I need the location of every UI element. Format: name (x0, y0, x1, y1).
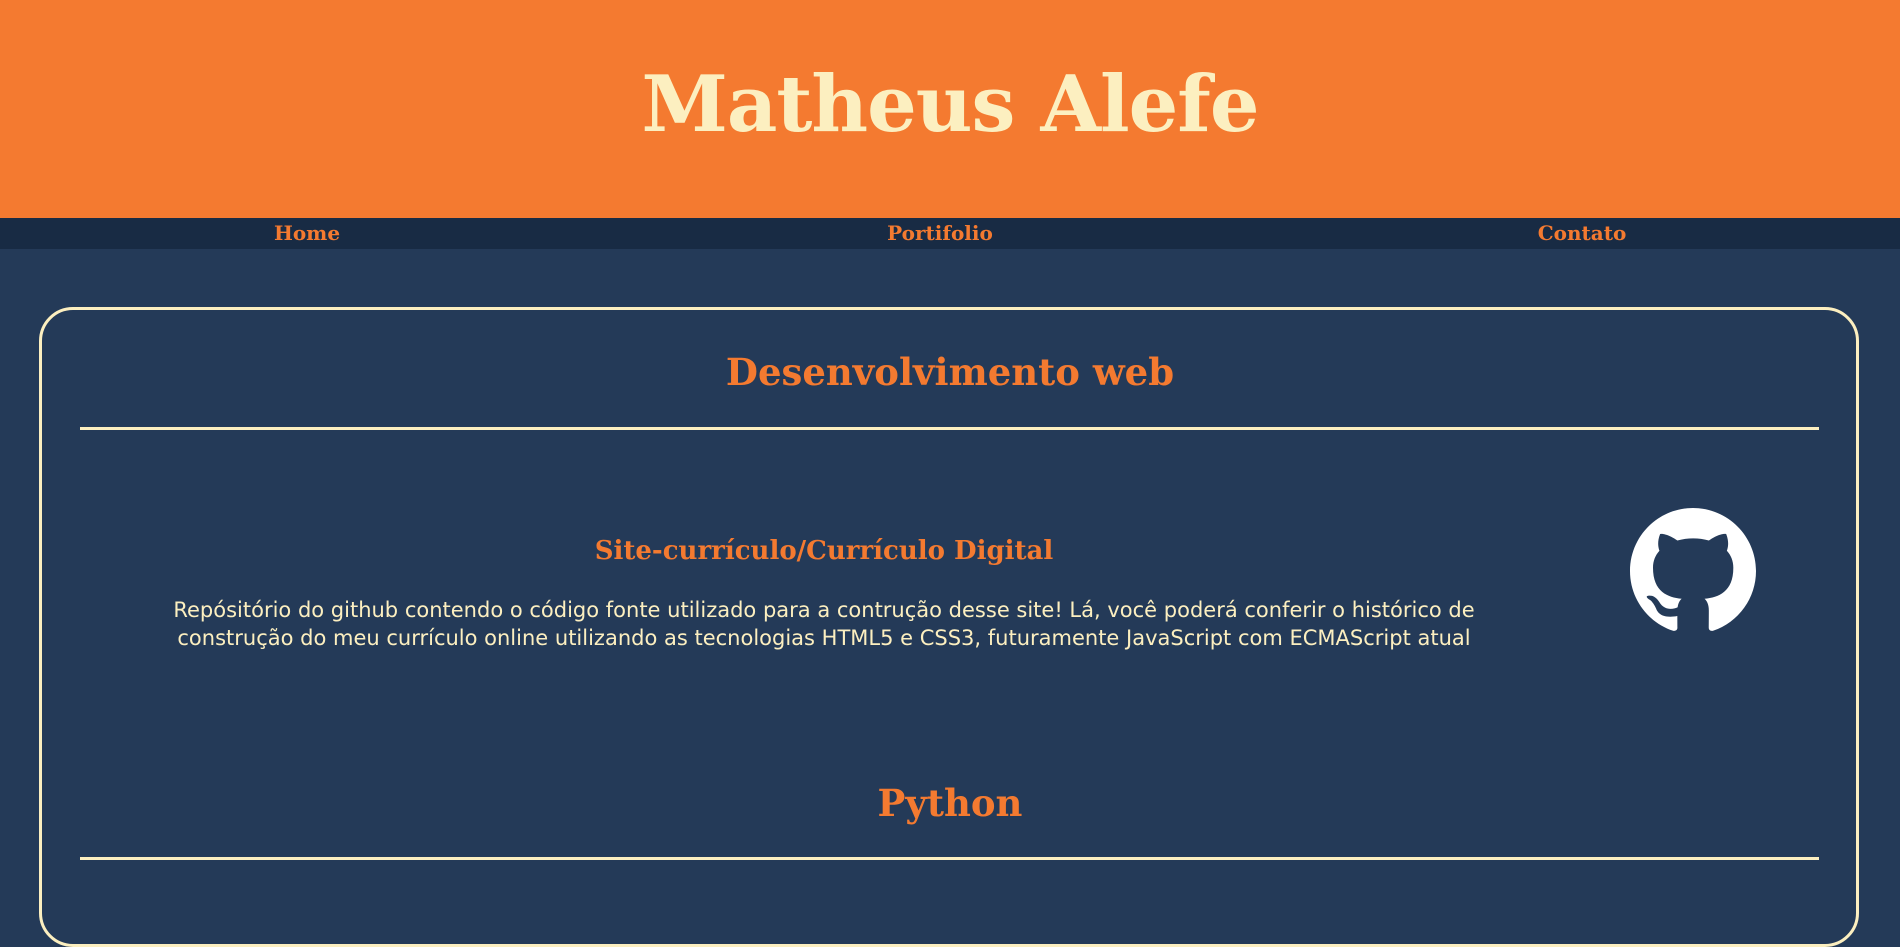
project-description: Repósitório do github contendo o código … (173, 598, 1475, 650)
site-header: Matheus Alefe (0, 0, 1900, 218)
github-icon (1630, 508, 1756, 631)
section-divider-python (80, 857, 1819, 860)
section-divider-web (80, 427, 1819, 430)
nav-home-link[interactable]: Home (274, 218, 340, 249)
project-title[interactable]: Site-currículo/Currículo Digital (140, 536, 1508, 566)
navbar: Home Portifolio Contato (0, 218, 1900, 249)
section-title-python: Python (877, 781, 1023, 825)
nav-portfolio-link[interactable]: Portifolio (887, 218, 993, 249)
github-link[interactable] (1630, 508, 1756, 634)
section-title-web: Desenvolvimento web (725, 350, 1175, 394)
site-title: Matheus Alefe (641, 58, 1260, 150)
nav-contact-link[interactable]: Contato (1538, 218, 1627, 249)
